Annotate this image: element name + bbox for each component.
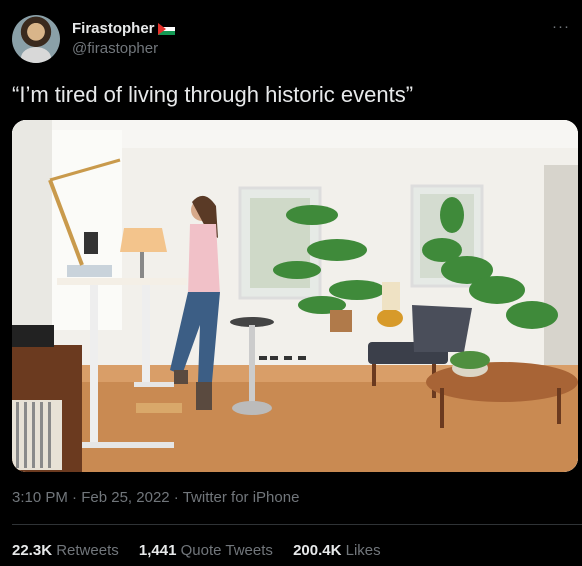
likes-label: Likes: [345, 542, 381, 559]
quote-tweets-count: 1,441: [138, 542, 177, 559]
engagement-stats: 22.3K Retweets 1,441 Quote Tweets 200.4K…: [12, 542, 397, 559]
likes-stat[interactable]: 200.4K Likes: [293, 542, 381, 559]
retweets-stat[interactable]: 22.3K Retweets: [12, 542, 119, 559]
tweet-photo[interactable]: [12, 120, 578, 472]
more-options-icon[interactable]: ···: [552, 18, 570, 35]
divider: [12, 524, 582, 525]
likes-count: 200.4K: [293, 542, 342, 559]
retweets-count: 22.3K: [12, 542, 53, 559]
room-photo-illustration: [12, 120, 578, 472]
quote-tweets-stat[interactable]: 1,441 Quote Tweets: [139, 542, 273, 559]
quote-tweets-label: Quote Tweets: [180, 542, 273, 559]
author-handle[interactable]: @firastopher: [72, 40, 158, 57]
author-display-name[interactable]: Firastopher: [72, 20, 155, 37]
tweet-source[interactable]: Twitter for iPhone: [183, 489, 300, 506]
flag-icon: [157, 23, 175, 35]
author-name-row[interactable]: Firastopher: [72, 20, 175, 37]
avatar[interactable]: [12, 15, 60, 63]
tweet-date[interactable]: Feb 25, 2022: [81, 489, 169, 506]
retweets-label: Retweets: [56, 542, 119, 559]
tweet-text: “I’m tired of living through historic ev…: [12, 82, 414, 107]
tweet-metadata: 3:10 PM · Feb 25, 2022 · Twitter for iPh…: [12, 489, 300, 506]
tweet-time[interactable]: 3:10 PM: [12, 489, 68, 506]
